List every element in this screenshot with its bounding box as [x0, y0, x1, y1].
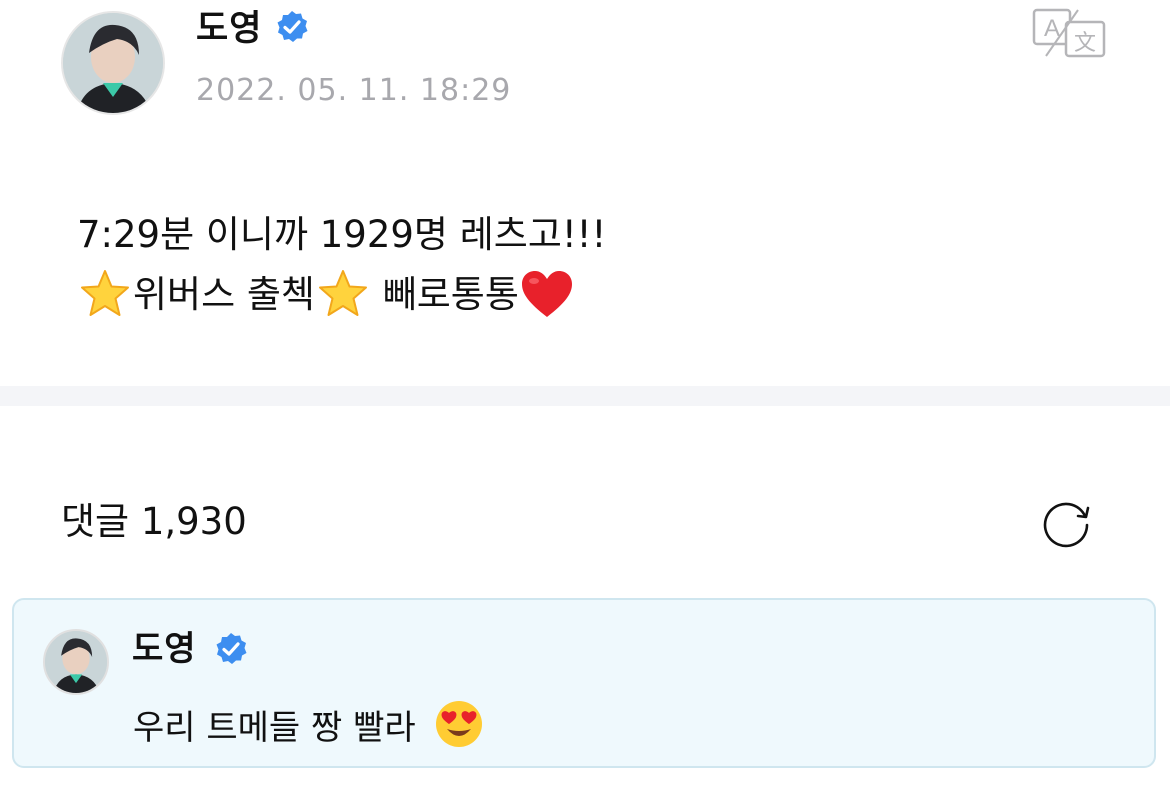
star-emoji-icon [315, 267, 371, 323]
comment-author-avatar[interactable] [43, 629, 109, 695]
author-avatar[interactable] [61, 11, 165, 115]
highlighted-comment[interactable]: 도영 우리 트메들 짱 빨라 [12, 598, 1156, 768]
author-name[interactable]: 도영 [196, 5, 262, 53]
heart-eyes-emoji-icon [434, 699, 484, 749]
section-divider [0, 386, 1170, 406]
refresh-icon[interactable] [1037, 492, 1097, 552]
comments-count-title: 댓글 1,930 [61, 500, 247, 543]
post-header: 도영 2022. 05. 11. 18:29 A 文 [0, 0, 1170, 130]
post-text-line-2: 위버스 출첵 빼로통통 [77, 265, 606, 325]
post-text: 7:29분 이니까 1929명 레츠고!!! [77, 213, 607, 256]
red-heart-emoji-icon [519, 267, 575, 323]
post-text: 빼로통통 [370, 273, 519, 316]
comment-body: 우리 트메들 짱 빨라 [133, 707, 416, 748]
translate-icon[interactable]: A 文 [1032, 8, 1106, 58]
post-text: 위버스 출첵 [133, 273, 315, 316]
svg-text:文: 文 [1074, 31, 1096, 56]
post-text-line-1: 7:29분 이니까 1929명 레츠고!!! [77, 205, 606, 265]
post-detail-page: 도영 2022. 05. 11. 18:29 A 文 7:29분 이니까 192… [0, 0, 1170, 786]
comment-text: 우리 트메들 짱 빨라 [133, 696, 484, 752]
verified-badge-icon [216, 633, 247, 664]
verified-badge-icon [277, 11, 308, 42]
star-emoji-icon [77, 267, 133, 323]
post-body: 7:29분 이니까 1929명 레츠고!!! 위버스 출첵 빼로통통 [77, 205, 606, 325]
post-timestamp: 2022. 05. 11. 18:29 [196, 73, 512, 108]
comment-author-name[interactable]: 도영 [132, 625, 197, 673]
